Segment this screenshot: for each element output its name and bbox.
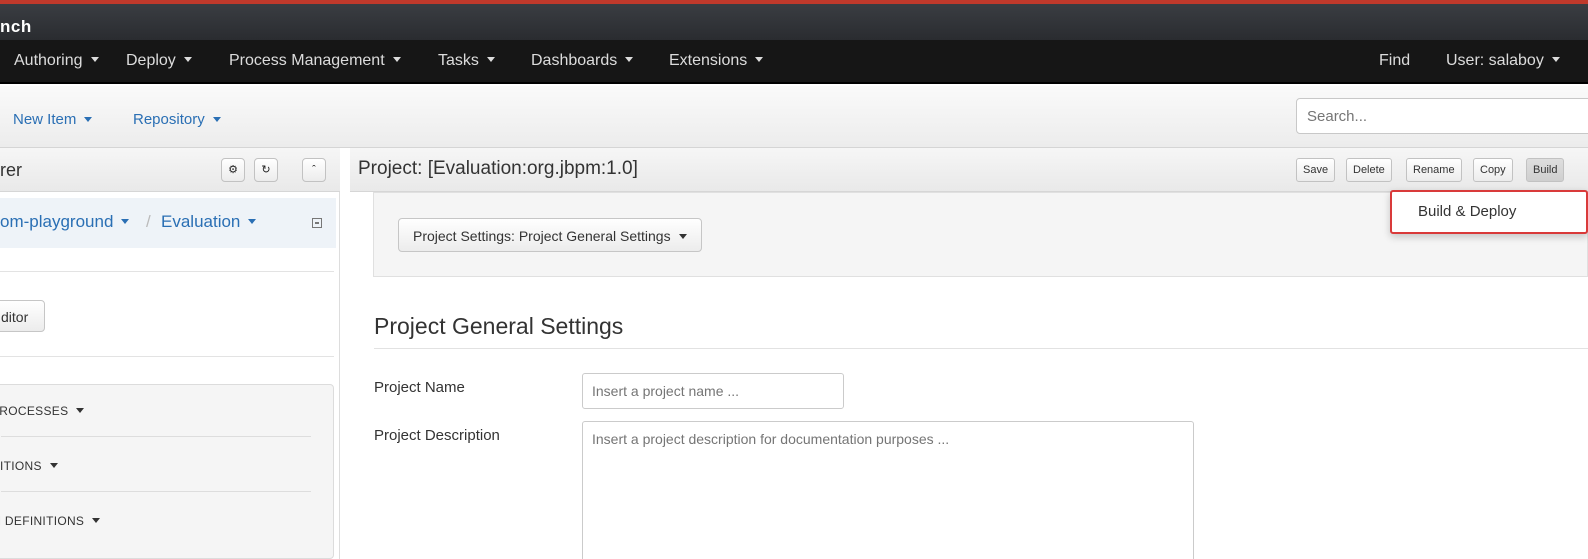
chevron-down-icon [76, 408, 85, 414]
explorer-header: rer ⚙ ↻ ˆ [0, 148, 340, 192]
chevron-down-icon [121, 219, 130, 225]
divider [0, 356, 334, 357]
chevron-down-icon [212, 116, 221, 122]
chevron-down-icon [248, 219, 257, 225]
nav-tasks-label: Tasks [438, 52, 479, 69]
chevron-down-icon [755, 57, 764, 63]
explorer-sections: PROCESSES NITIONS M DEFINITIONS [0, 384, 334, 559]
project-explorer-panel: rer ⚙ ↻ ˆ om-playground / Evaluation dit… [0, 148, 340, 559]
repository-label: Repository [133, 111, 205, 128]
section-definitions-label: NITIONS [0, 459, 42, 473]
breadcrumb-project[interactable]: Evaluation [161, 212, 257, 232]
nav-deploy-label: Deploy [126, 52, 176, 69]
breadcrumb-repository-label: om-playground [0, 212, 114, 231]
search-input[interactable] [1296, 98, 1588, 134]
section-processes-label: PROCESSES [0, 404, 69, 418]
rename-button[interactable]: Rename [1406, 158, 1462, 182]
divider [374, 348, 1588, 349]
user-menu[interactable]: User: salaboy [1446, 52, 1560, 70]
new-item-menu[interactable]: New Item [13, 111, 93, 128]
divider [1, 436, 311, 437]
nav-dashboards[interactable]: Dashboards [531, 52, 634, 70]
copy-button[interactable]: Copy [1473, 158, 1513, 182]
project-settings-dropdown[interactable]: Project Settings: Project General Settin… [398, 218, 702, 252]
section-processes[interactable]: PROCESSES [0, 404, 85, 418]
repository-menu[interactable]: Repository [133, 111, 221, 128]
divider [1, 491, 311, 492]
nav-process-management[interactable]: Process Management [229, 52, 401, 70]
breadcrumb-separator: / [146, 212, 151, 231]
user-menu-label: User: salaboy [1446, 52, 1544, 69]
chevron-down-icon [90, 57, 99, 63]
nav-extensions[interactable]: Extensions [669, 52, 764, 70]
build-and-deploy-option[interactable]: Build & Deploy [1418, 203, 1516, 220]
main-navigation: Authoring Deploy Process Management Task… [0, 40, 1588, 84]
breadcrumb-repository[interactable]: om-playground [0, 212, 130, 232]
nav-authoring-label: Authoring [14, 52, 83, 69]
nav-extensions-label: Extensions [669, 52, 748, 69]
explorer-title: rer [0, 160, 22, 180]
divider [0, 271, 334, 272]
collapse-box-icon[interactable] [312, 218, 322, 228]
editor-title: Project: [Evaluation:org.jbpm:1.0] [358, 158, 638, 179]
save-button[interactable]: Save [1296, 158, 1336, 182]
page-title: Project General Settings [374, 313, 624, 339]
app-title: nch [0, 17, 32, 36]
chevron-down-icon [678, 233, 687, 239]
project-name-input[interactable] [582, 373, 844, 409]
chevron-down-icon [183, 57, 192, 63]
section-form-definitions[interactable]: M DEFINITIONS [0, 514, 101, 528]
editor-button[interactable]: ditor [0, 300, 45, 332]
project-description-label: Project Description [374, 427, 500, 444]
new-item-label: New Item [13, 111, 77, 128]
refresh-icon[interactable]: ↻ [254, 158, 278, 182]
gear-icon[interactable]: ⚙ [221, 158, 245, 182]
secondary-toolbar: New Item Repository [0, 86, 1588, 148]
nav-tasks[interactable]: Tasks [438, 52, 495, 70]
chevron-down-icon [625, 57, 634, 63]
breadcrumb: om-playground / Evaluation [0, 198, 336, 248]
chevron-down-icon [49, 463, 58, 469]
project-name-label: Project Name [374, 379, 465, 396]
nav-process-management-label: Process Management [229, 52, 385, 69]
build-dropdown-menu: Build & Deploy [1390, 190, 1588, 234]
chevron-up-icon[interactable]: ˆ [302, 158, 326, 182]
chevron-down-icon [84, 116, 93, 122]
build-button[interactable]: Build [1526, 158, 1565, 182]
nav-deploy[interactable]: Deploy [126, 52, 192, 70]
breadcrumb-project-label: Evaluation [161, 212, 241, 231]
nav-find[interactable]: Find [1379, 52, 1410, 70]
section-form-definitions-label: M DEFINITIONS [0, 514, 85, 528]
chevron-down-icon [392, 57, 401, 63]
editor-header: Project: [Evaluation:org.jbpm:1.0] Save … [350, 148, 1588, 192]
project-settings-dropdown-label: Project Settings: Project General Settin… [413, 228, 671, 244]
nav-dashboards-label: Dashboards [531, 52, 618, 69]
delete-button[interactable]: Delete [1346, 158, 1392, 182]
app-title-bar: nch [0, 0, 1588, 40]
chevron-down-icon [486, 57, 495, 63]
nav-authoring[interactable]: Authoring [14, 52, 99, 70]
project-description-textarea[interactable] [582, 421, 1194, 559]
chevron-down-icon [1551, 57, 1560, 63]
chevron-down-icon [92, 518, 101, 524]
section-definitions[interactable]: NITIONS [0, 459, 58, 473]
